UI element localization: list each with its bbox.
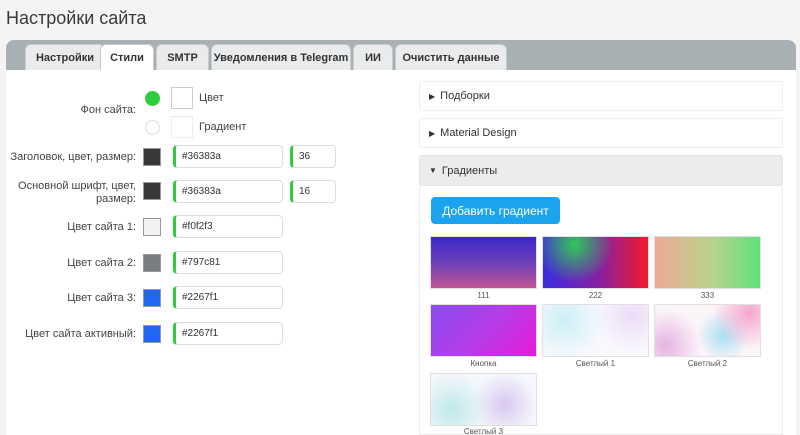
gradient-thumb-333[interactable]	[654, 236, 761, 289]
tab-clear-data[interactable]: Очистить данные	[395, 44, 507, 70]
heading-color-swatch[interactable]	[143, 148, 161, 166]
gradient-thumb-light-2[interactable]	[654, 304, 761, 357]
site-color-active-field[interactable]: #2267f1	[173, 322, 283, 345]
heading-color-field[interactable]: #36383a	[173, 145, 283, 168]
tab-smtp[interactable]: SMTP	[156, 44, 209, 70]
site-color-3-label: Цвет сайта 3:	[67, 292, 136, 304]
gradient-thumb-222[interactable]	[542, 236, 649, 289]
site-color-2-field[interactable]: #797c81	[173, 251, 283, 274]
gradient-label: 222	[588, 291, 603, 300]
site-color-active-label: Цвет сайта активный:	[25, 328, 136, 340]
gradient-label: Светлый 1	[575, 359, 616, 368]
tab-styles[interactable]: Стили	[100, 44, 154, 71]
accordion-collections[interactable]: ▶ Подборки	[419, 81, 783, 111]
tab-ai[interactable]: ИИ	[353, 44, 393, 70]
tab-telegram[interactable]: Уведомления в Telegram	[211, 44, 351, 70]
site-color-2-swatch[interactable]	[143, 254, 161, 272]
site-color-3-field[interactable]: #2267f1	[173, 286, 283, 309]
site-color-1-field[interactable]: #f0f2f3	[173, 215, 283, 238]
background-color-option-label: Цвет	[199, 92, 224, 104]
page-title: Настройки сайта	[6, 8, 147, 28]
background-color-picker[interactable]	[171, 87, 193, 109]
heading-label: Заголовок, цвет, размер:	[10, 151, 136, 163]
gradient-label: 333	[700, 291, 715, 300]
add-gradient-button[interactable]: Добавить градиент	[431, 197, 560, 224]
heading-size-field[interactable]: 36	[290, 145, 336, 168]
site-color-1-label: Цвет сайта 1:	[67, 221, 136, 233]
gradient-thumb-light-3[interactable]	[430, 373, 537, 426]
body-font-size-field[interactable]: 16	[290, 180, 336, 203]
caret-right-icon: ▶	[429, 91, 436, 101]
accordion-collections-label: Подборки	[440, 90, 490, 102]
site-color-3-swatch[interactable]	[143, 289, 161, 307]
background-label: Фон сайта:	[80, 104, 136, 116]
background-gradient-option-label: Градиент	[199, 121, 247, 133]
gradient-label: Светлый 2	[687, 359, 728, 368]
site-color-active-swatch[interactable]	[143, 325, 161, 343]
site-color-2-label: Цвет сайта 2:	[67, 257, 136, 269]
accordion-gradients-label: Градиенты	[441, 164, 498, 177]
caret-down-icon: ▼	[429, 166, 437, 175]
background-gradient-picker[interactable]	[171, 116, 193, 138]
body-font-color-field[interactable]: #36383a	[173, 180, 283, 203]
tab-bar: Настройки Стили SMTP Уведомления в Teleg…	[6, 40, 796, 71]
accordion-material-design[interactable]: ▶ Material Design	[419, 118, 783, 148]
site-color-1-swatch[interactable]	[143, 218, 161, 236]
gradient-thumb-button[interactable]	[430, 304, 537, 357]
gradient-thumb-light-1[interactable]	[542, 304, 649, 357]
gradient-thumb-111[interactable]	[430, 236, 537, 289]
gradient-label: Светлый 3	[463, 427, 504, 435]
radio-background-gradient[interactable]	[145, 120, 160, 135]
caret-right-icon: ▶	[429, 128, 436, 138]
accordion-material-design-label: Material Design	[440, 127, 517, 139]
radio-background-color[interactable]	[145, 91, 160, 106]
tab-settings[interactable]: Настройки	[25, 44, 105, 70]
accordion-gradients[interactable]: ▼ Градиенты	[419, 155, 783, 186]
body-font-label: Основной шрифт, цвет, размер:	[18, 180, 136, 205]
gradient-label: 111	[477, 291, 490, 300]
gradient-label: Кнопка	[470, 359, 497, 368]
body-font-color-swatch[interactable]	[143, 182, 161, 200]
